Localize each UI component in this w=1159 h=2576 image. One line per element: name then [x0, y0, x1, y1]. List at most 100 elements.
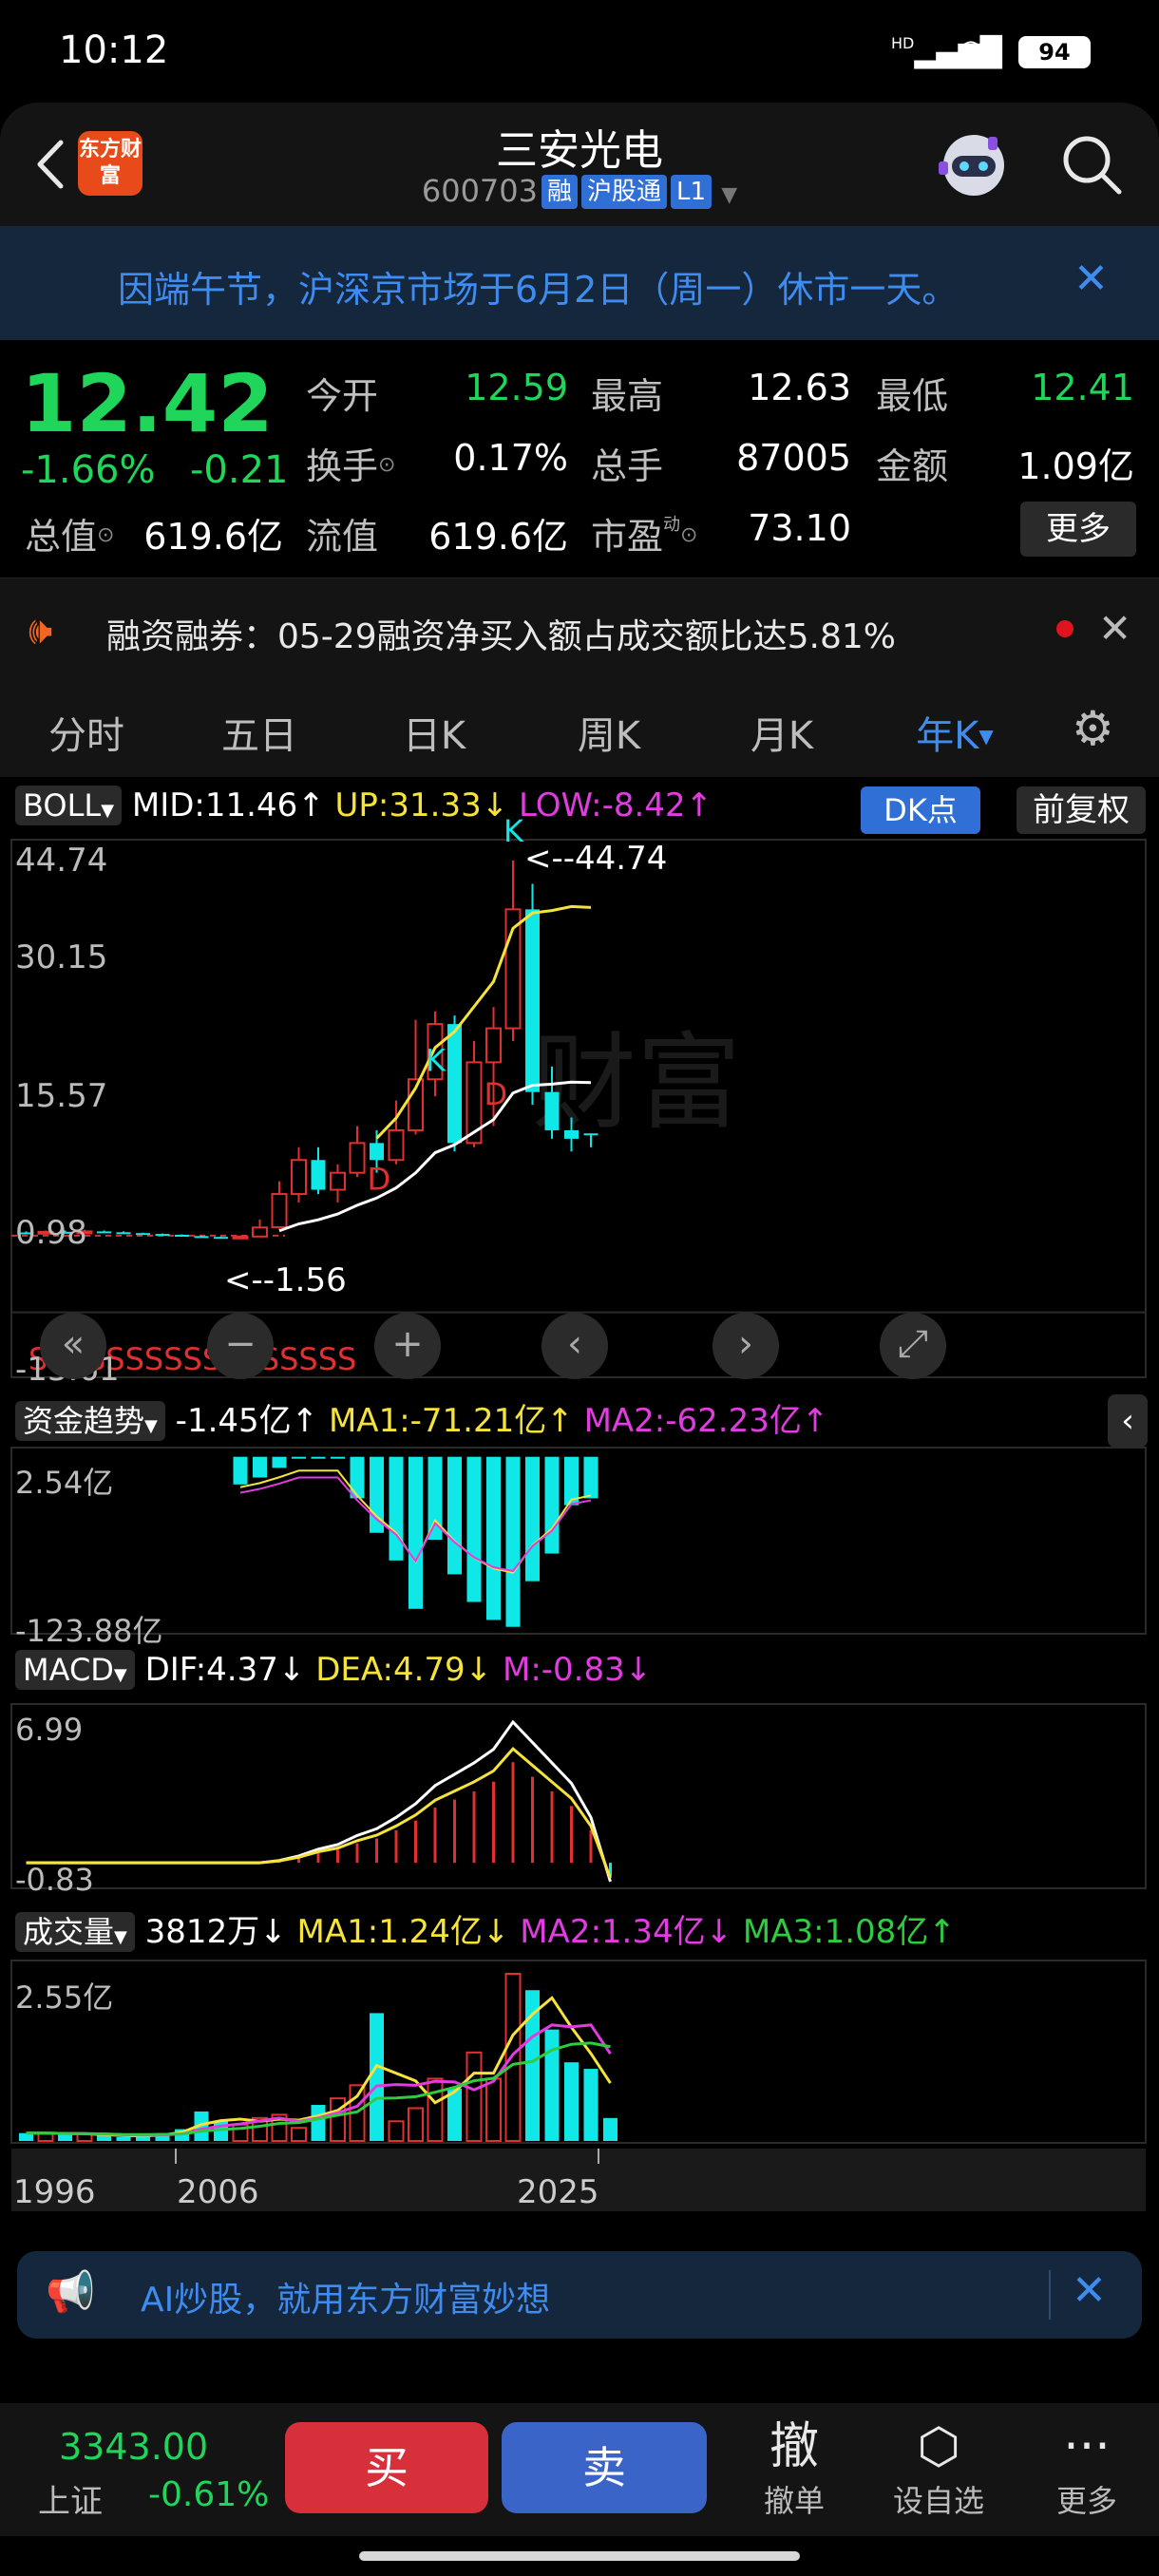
- close-icon[interactable]: ✕: [1074, 255, 1109, 303]
- candle-body: [291, 1159, 307, 1196]
- volume-ma3: MA3:1.08亿: [742, 1913, 929, 1951]
- fund-ma1: MA1:-71.21亿: [328, 1402, 547, 1440]
- change-amount: -0.21: [190, 448, 289, 492]
- search-icon[interactable]: [1058, 131, 1125, 198]
- price-axis-label: 0.98: [15, 1214, 87, 1252]
- fund-bar: [466, 1456, 482, 1602]
- close-icon[interactable]: ✕: [1098, 605, 1131, 652]
- fund-bar: [311, 1456, 326, 1459]
- price-axis-label: 44.74: [15, 842, 108, 880]
- scroll-left-icon[interactable]: «: [40, 1313, 106, 1379]
- zoom-in-icon[interactable]: +: [374, 1313, 441, 1379]
- candle-body: [232, 1235, 249, 1240]
- info-circle-icon[interactable]: ⊙: [680, 523, 697, 547]
- arrow-down-icon: ↓: [465, 1651, 493, 1689]
- macd-name: MACD: [23, 1652, 114, 1688]
- buy-button[interactable]: 买: [285, 2422, 488, 2513]
- step-right-icon[interactable]: ›: [712, 1313, 779, 1379]
- signal-label: HD: [891, 34, 915, 52]
- arrow-up-icon: ↑: [546, 1402, 574, 1440]
- margin-trading-banner[interactable]: 🕪 融资融券：05-29融资净买入额占成交额比达5.81% ✕: [0, 578, 1159, 678]
- fund-trend-selector[interactable]: 资金趋势▼: [15, 1401, 165, 1441]
- gear-icon[interactable]: ⚙: [1072, 701, 1114, 756]
- step-left-icon[interactable]: ‹: [542, 1313, 608, 1379]
- x-axis-label: 2025: [517, 2173, 599, 2211]
- cancel-order-button[interactable]: 撤 撤单: [737, 2416, 851, 2521]
- label-open: 今开: [306, 375, 379, 417]
- label-market-cap-text: 总值: [25, 516, 98, 558]
- macd-axis-top: 6.99: [15, 1712, 84, 1748]
- holiday-notice-banner[interactable]: 因端午节，沪深京市场于6月2日（周一）休市一天。 ✕: [0, 226, 1159, 340]
- macd-legend: MACD▼ DIF:4.37↓ DEA:4.79↓ M:-0.83↓: [15, 1650, 653, 1690]
- chart-area[interactable]: BOLL▼ MID:11.46↑ UP:31.33↓ LOW:-8.42↑ DK…: [0, 777, 1159, 2240]
- dropdown-triangle-icon: ▼: [978, 725, 994, 748]
- more-menu-button[interactable]: ··· 更多: [1030, 2416, 1144, 2521]
- volume-bar: [466, 2051, 483, 2142]
- volume-bar: [544, 2029, 560, 2141]
- candle-body: [388, 1128, 405, 1162]
- label-high: 最高: [591, 375, 664, 417]
- signal-label-K: K: [504, 813, 524, 849]
- dropdown-triangle-icon: ▼: [114, 1927, 127, 1947]
- fund-bar: [389, 1456, 404, 1561]
- tab-daily[interactable]: 日K: [372, 705, 496, 760]
- arrow-down-icon: ↓: [624, 1651, 653, 1689]
- x-axis-label: 1996: [13, 2173, 96, 2211]
- robot-assistant-icon[interactable]: [931, 123, 1016, 209]
- volume-ma2: MA2:1.34亿: [520, 1913, 706, 1951]
- collapse-panel-icon[interactable]: ‹: [1108, 1394, 1148, 1448]
- tab-weekly[interactable]: 周K: [547, 705, 671, 760]
- arrow-up-icon: ↑: [801, 1402, 829, 1440]
- value-pe: 73.10: [748, 507, 851, 549]
- arrow-down-icon: ↓: [705, 1913, 733, 1951]
- stock-code: 600703: [421, 173, 538, 209]
- dropdown-triangle-icon: ▼: [144, 1416, 158, 1436]
- tab-intraday[interactable]: 分时: [25, 705, 148, 760]
- volume-bar: [388, 2120, 405, 2142]
- candle-body: [194, 1236, 209, 1239]
- label-pe: 市盈动⊙: [591, 507, 697, 559]
- kline-chart-svg[interactable]: 财富KKDDS S SSSSSSSSSSSSSS: [0, 777, 1159, 2240]
- volume-ma1-line: [26, 1996, 612, 2138]
- more-button[interactable]: 更多: [1020, 502, 1136, 557]
- fullscreen-icon[interactable]: ⤢: [880, 1313, 946, 1379]
- macd-selector[interactable]: MACD▼: [15, 1650, 135, 1690]
- home-indicator[interactable]: [359, 2551, 800, 2561]
- fund-bar: [544, 1456, 560, 1554]
- zoom-out-icon[interactable]: −: [207, 1313, 274, 1379]
- set-watchlist-button[interactable]: ⬡ 设自选: [882, 2416, 996, 2521]
- battery-icon: 94: [1018, 36, 1091, 68]
- value-volume: 87005: [736, 437, 851, 479]
- volume-legend: 成交量▼ 3812万↓ MA1:1.24亿↓ MA2:1.34亿↓ MA3:1.…: [15, 1905, 956, 1952]
- volume-bar: [58, 2134, 72, 2141]
- label-low: 最低: [876, 375, 949, 417]
- volume-selector[interactable]: 成交量▼: [15, 1912, 135, 1952]
- tab-monthly[interactable]: 月K: [720, 705, 844, 760]
- sell-button[interactable]: 卖: [502, 2422, 707, 2513]
- info-circle-icon[interactable]: ⊙: [378, 453, 395, 477]
- tab-five-day[interactable]: 五日: [198, 705, 321, 760]
- notice-text: 因端午节，沪深京市场于6月2日（周一）休市一天。: [118, 269, 959, 311]
- close-icon[interactable]: ✕: [1072, 2266, 1107, 2315]
- tab-yearly[interactable]: 年K▼: [893, 705, 1016, 760]
- volume-bar: [603, 2117, 618, 2141]
- volume-bar: [116, 2136, 131, 2141]
- index-value[interactable]: 3343.00: [59, 2426, 208, 2468]
- index-name: 上证: [38, 2483, 103, 2521]
- tag-level: L1: [671, 175, 712, 209]
- ai-banner[interactable]: 📢 AI炒股，就用东方财富妙想 ✕: [17, 2251, 1142, 2339]
- signal-icon: HD▂▄▆█: [891, 34, 1002, 69]
- status-bar: 10:12 HD▂▄▆█ ◠ 94: [0, 0, 1159, 103]
- candle-body: [544, 1091, 560, 1130]
- fund-bar: [233, 1456, 248, 1485]
- volume-bar: [485, 2077, 502, 2143]
- kline-period-tabs: 分时 五日 日K 周K 月K 年K▼ ⚙: [0, 678, 1159, 777]
- speaker-icon: 🕪: [28, 609, 53, 653]
- arrow-up-icon: ↑: [291, 1402, 319, 1440]
- fund-trend-name: 资金趋势: [23, 1403, 145, 1439]
- quote-panel: 12.42 -1.66% -0.21 今开 12.59 最高 12.63 最低 …: [0, 340, 1159, 578]
- volume-ma1: MA1:1.24亿: [296, 1913, 483, 1951]
- info-circle-icon[interactable]: ⊙: [97, 523, 114, 547]
- volume-bar: [370, 2013, 384, 2141]
- fund-bar: [486, 1456, 501, 1620]
